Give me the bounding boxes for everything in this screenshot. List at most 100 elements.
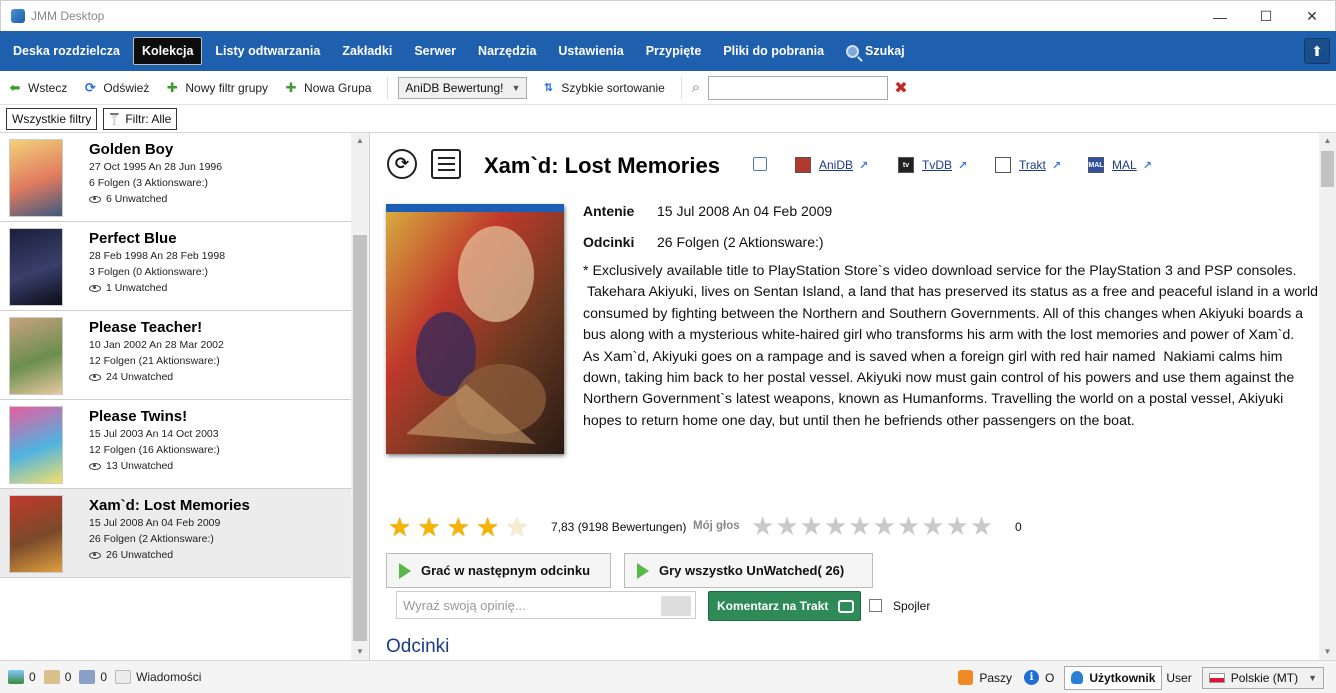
nav-playlists[interactable]: Listy odtwarzania bbox=[206, 37, 329, 65]
speech-bubble-icon bbox=[838, 599, 855, 613]
scroll-up-arrow-icon[interactable]: ▲ bbox=[1319, 133, 1336, 149]
nav-pinned[interactable]: Przypięte bbox=[637, 37, 711, 65]
user-button[interactable]: Użytkownik bbox=[1064, 665, 1163, 690]
vote-star-icon[interactable]: ★ bbox=[970, 513, 993, 539]
magnifier-icon: ⌕ bbox=[691, 79, 701, 96]
back-arrow-icon: ⬅ bbox=[9, 79, 21, 95]
new-group-filter-button[interactable]: ✚ Nowy filtr grupy bbox=[165, 79, 268, 95]
spoiler-checkbox[interactable] bbox=[869, 599, 882, 612]
status-queue-general[interactable]: 0 bbox=[43, 670, 71, 684]
series-item-dates: 27 Oct 1995 An 28 Jun 1996 bbox=[89, 161, 223, 173]
vote-star-icon[interactable]: ★ bbox=[946, 513, 969, 539]
series-list-scrollbar[interactable]: ▲ ▼ bbox=[351, 133, 369, 660]
aired-value: 15 Jul 2008 An 04 Feb 2009 bbox=[657, 203, 833, 219]
info-icon[interactable]: i bbox=[1024, 670, 1040, 685]
clear-search-icon[interactable]: ✖ bbox=[894, 78, 907, 98]
vote-star-icon[interactable]: ★ bbox=[800, 513, 823, 539]
series-list-item[interactable]: Perfect Blue 28 Feb 1998 An 28 Feb 1998 3 … bbox=[0, 222, 351, 311]
refresh-button[interactable]: ⟳ Odśwież bbox=[83, 80, 149, 95]
comment-input[interactable]: Wyraź swoją opinię... bbox=[396, 591, 696, 619]
all-filters-button[interactable]: Wszystkie filtry bbox=[6, 107, 98, 130]
keyboard-icon[interactable] bbox=[661, 596, 691, 616]
language-select[interactable]: Polskie (MT) ▼ bbox=[1201, 666, 1324, 689]
scroll-up-arrow-icon[interactable]: ▲ bbox=[351, 133, 369, 149]
star-icon: ★ bbox=[475, 512, 500, 542]
language-value: Polskie (MT) bbox=[1230, 670, 1299, 685]
nav-search[interactable]: Szukaj bbox=[837, 37, 914, 65]
star-icon: ★ bbox=[446, 512, 470, 542]
status-queue-hash[interactable]: 0 bbox=[8, 670, 36, 684]
vote-star-icon[interactable]: ★ bbox=[824, 513, 847, 539]
back-button[interactable]: ⬅ Wstecz bbox=[8, 79, 68, 95]
vote-star-icon[interactable]: ★ bbox=[873, 513, 896, 539]
quick-sort-button[interactable]: ⇅ Szybkie sortowanie bbox=[541, 80, 665, 95]
episode-list-icon[interactable] bbox=[431, 149, 461, 179]
nav-server[interactable]: Serwer bbox=[405, 37, 465, 65]
main-nav: Deska rozdzielcza Kolekcja Listy odtwarz… bbox=[0, 31, 1336, 71]
window-title: JMM Desktop bbox=[31, 9, 105, 23]
play-all-unwatched-button[interactable]: Gry wszystko UnWatched( 26) bbox=[624, 553, 873, 588]
rss-label[interactable]: Paszy bbox=[979, 671, 1012, 685]
trakt-link[interactable]: Trakt ↗ bbox=[995, 157, 1061, 173]
close-button[interactable]: ✕ bbox=[1289, 1, 1335, 32]
sort-select[interactable]: AniDB Bewertung! ▼ bbox=[398, 76, 528, 99]
list-line bbox=[438, 157, 455, 159]
nav-tools[interactable]: Narzędzia bbox=[469, 37, 545, 65]
search-input[interactable] bbox=[708, 75, 889, 100]
about-label[interactable]: O bbox=[1045, 671, 1054, 685]
nav-dashboard[interactable]: Deska rozdzielcza bbox=[4, 37, 129, 65]
comment-on-trakt-button[interactable]: Komentarz na Trakt bbox=[708, 591, 862, 621]
filter-button[interactable]: Filtr: Alle bbox=[103, 107, 178, 130]
series-item-unwatched: 13 Unwatched bbox=[89, 460, 173, 472]
vote-star-icon[interactable]: ★ bbox=[897, 513, 920, 539]
hash-queue-icon bbox=[8, 670, 24, 684]
vote-star-icon[interactable]: ★ bbox=[751, 513, 774, 539]
detail-scroll-thumb[interactable] bbox=[1321, 151, 1334, 187]
vote-star-icon[interactable]: ★ bbox=[921, 513, 944, 539]
vote-star-icon[interactable]: ★ bbox=[775, 513, 798, 539]
vote-star-icon[interactable]: ★ bbox=[848, 513, 871, 539]
comment-placeholder: Wyraź swoją opinię... bbox=[403, 597, 526, 613]
new-group-button[interactable]: ✚ Nowa Grupa bbox=[284, 80, 372, 95]
toolbar-divider-2 bbox=[680, 76, 682, 99]
episodes-value: 26 Folgen (2 Aktionsware:) bbox=[657, 234, 824, 250]
series-item-unwatched: 26 Unwatched bbox=[89, 549, 173, 561]
copy-icon[interactable] bbox=[753, 157, 767, 171]
add-filter-icon: ✚ bbox=[166, 79, 178, 95]
nav-settings[interactable]: Ustawienia bbox=[549, 37, 632, 65]
series-item-episodes: 26 Folgen (2 Aktionsware:) bbox=[89, 533, 214, 545]
minimize-button[interactable]: — bbox=[1197, 1, 1243, 32]
detail-scrollbar[interactable]: ▲ ▼ bbox=[1319, 133, 1336, 660]
quick-sort-label: Szybkie sortowanie bbox=[561, 80, 665, 95]
anidb-link[interactable]: AniDB ↗ bbox=[795, 157, 868, 173]
scroll-down-arrow-icon[interactable]: ▼ bbox=[351, 644, 369, 660]
my-vote-stars[interactable]: ★ ★ ★ ★ ★ ★ ★ ★ ★ ★ bbox=[751, 513, 994, 539]
scroll-down-arrow-icon[interactable]: ▼ bbox=[1319, 644, 1336, 660]
rss-icon[interactable] bbox=[958, 670, 974, 685]
status-queue-images[interactable]: 0 bbox=[79, 670, 107, 684]
my-vote-value: 0 bbox=[1015, 520, 1022, 534]
series-list-item[interactable]: Please Teacher! 10 Jan 2002 An 28 Mar 200… bbox=[0, 311, 351, 400]
tvdb-link[interactable]: tv TvDB ↗ bbox=[898, 157, 967, 173]
play-next-button[interactable]: Grać w następnym odcinku bbox=[386, 553, 611, 588]
eye-icon bbox=[89, 284, 101, 292]
scroll-up-button[interactable]: ⬆ bbox=[1304, 38, 1330, 64]
filter-label: Filtr: Alle bbox=[125, 111, 172, 126]
nav-downloads[interactable]: Pliki do pobrania bbox=[714, 37, 833, 65]
series-thumbnail bbox=[9, 406, 63, 484]
eye-icon bbox=[89, 551, 101, 559]
series-list-item[interactable]: Golden Boy 27 Oct 1995 An 28 Jun 1996 6 Fo… bbox=[0, 133, 351, 222]
maximize-button[interactable]: ☐ bbox=[1243, 1, 1289, 32]
series-list-scroll-thumb[interactable] bbox=[353, 235, 367, 641]
user-name: User bbox=[1166, 670, 1192, 685]
status-messages[interactable]: Wiadomości bbox=[115, 670, 201, 684]
mal-link[interactable]: MAL MAL ↗ bbox=[1088, 157, 1152, 173]
nav-bookmarks[interactable]: Zakładki bbox=[333, 37, 401, 65]
series-list-item[interactable]: Xam`d: Lost Memories 15 Jul 2008 An 04 Fe… bbox=[0, 489, 351, 578]
nav-collection[interactable]: Kolekcja bbox=[133, 37, 203, 65]
list-line bbox=[438, 163, 455, 165]
series-list-item[interactable]: Please Twins! 15 Jul 2003 An 14 Oct 2003 1… bbox=[0, 400, 351, 489]
eye-icon bbox=[89, 195, 101, 203]
series-item-dates: 15 Jul 2008 An 04 Feb 2009 bbox=[89, 517, 221, 529]
refresh-series-icon[interactable]: ⟳ bbox=[387, 149, 417, 179]
